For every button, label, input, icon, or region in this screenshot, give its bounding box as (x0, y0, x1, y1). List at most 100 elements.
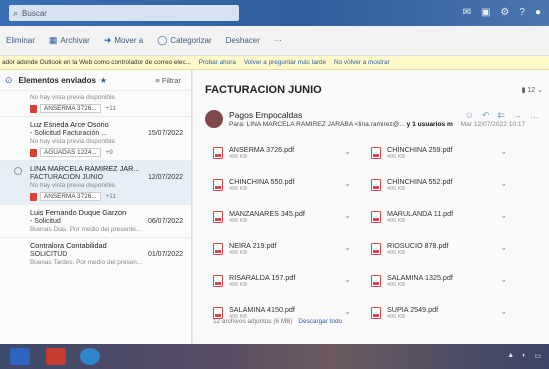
banner-try-link[interactable]: Probar ahora (199, 59, 236, 66)
chevron-down-icon[interactable]: ⌄ (344, 243, 351, 252)
ribbon-button[interactable]: Deshacer (226, 36, 260, 45)
attachment-size: 495 KB (229, 282, 248, 288)
pdf-file-icon (371, 211, 381, 223)
start-button[interactable] (10, 348, 30, 365)
attachment-info: ANSERMA 3726.pdf 496 KB (229, 145, 294, 161)
mail-list-item[interactable]: Luz Esneda Arce Osorio - Solicitud Factur… (0, 116, 191, 160)
attachment-size: 495 KB (387, 314, 406, 320)
attachment-info: CHINCHINA 259.pdf 495 KB (387, 145, 453, 161)
calendar-icon[interactable]: ▣ (481, 7, 490, 18)
pdf-file-icon (371, 275, 381, 287)
mail-subject: FACTURACION JUNIO (30, 174, 104, 181)
attachment-info: SUPIA 2549.pdf 495 KB (387, 305, 438, 321)
mail-date: 06/07/2022 (147, 218, 183, 225)
attachment-more[interactable]: +11 (106, 193, 116, 200)
banner-never-link[interactable]: No volver a mostrar (334, 59, 390, 66)
pdf-file-icon (213, 147, 223, 159)
attachment-card[interactable]: RISARALDA 157.pdf 495 KB ⌄ (213, 270, 365, 292)
attachment-card[interactable]: MARULANDA 11.pdf 495 KB ⌄ (371, 206, 521, 228)
ribbon-icon: ▦ (48, 35, 58, 45)
chevron-down-icon[interactable]: ⌄ (500, 275, 507, 284)
taskbar-browser-icon[interactable] (80, 348, 100, 365)
pdf-file-icon (371, 243, 381, 255)
outlook-window: ⌕ Buscar ✉ ▣ ⚙ ? ● Eliminar ▦ Archivar ➜ Mov… (0, 0, 549, 369)
ribbon-button[interactable]: Eliminar (6, 36, 35, 45)
ribbon-button[interactable]: ▦ Archivar (49, 35, 90, 46)
mail-list-item[interactable]: Luis Fernando Duque Garzon - Solicitud 06/… (0, 204, 191, 237)
message-actions: ☺ ↶ ⇇ → … (465, 110, 539, 121)
message-date: Mar 12/07/2022 10:17 (460, 121, 526, 128)
mail-preview: Buenas Dias. Por medio del presente... (30, 226, 142, 233)
attachment-info: SALAMINA 1325.pdf 495 KB (387, 273, 453, 289)
taskbar-app-icon[interactable] (46, 348, 66, 365)
attachment-name: SUPIA 2549.pdf (387, 305, 439, 314)
favorite-star-icon[interactable]: ★ (100, 76, 107, 85)
mail-list-item[interactable]: Contralora Contabilidad SOLICITUD 01/07/20… (0, 237, 191, 270)
filter-button[interactable]: ≡ Filtrar (155, 76, 181, 85)
recipients-text: Para: LINA MARCELA RAMIREZ JARABA <lina.… (229, 121, 405, 128)
forward-icon[interactable]: → (513, 110, 522, 121)
attachment-card[interactable]: SUPIA 2549.pdf 495 KB ⌄ (371, 302, 521, 324)
attachment-card[interactable]: CHINCHINA 259.pdf 495 KB ⌄ (371, 142, 521, 164)
mail-attachment-row: AGUADAS 1224... +9 (30, 148, 183, 157)
chevron-down-icon[interactable]: ⌄ (344, 147, 351, 156)
chevron-down-icon[interactable]: ⌄ (344, 179, 351, 188)
reply-icon[interactable]: ↶ (482, 110, 490, 121)
attachment-chip[interactable]: ANSERMA 3726... (40, 192, 101, 201)
chevron-down-icon[interactable]: ⌄ (500, 211, 507, 220)
ribbon-label: Mover a (114, 36, 144, 45)
attachment-info: CHINCHINA 550.pdf 495 KB (229, 177, 295, 193)
attachment-chip[interactable]: AGUADAS 1224... (40, 148, 101, 157)
more-icon[interactable]: … (530, 110, 539, 121)
banner-later-link[interactable]: Volver a preguntar más tarde (244, 59, 326, 66)
download-all-link[interactable]: Descargar todo (298, 318, 342, 325)
mail-list-item[interactable]: No hay vista previa disponible. ANSERMA 3… (0, 90, 191, 116)
attachment-name: NEIRA 219.pdf (229, 241, 277, 250)
attachment-chip[interactable]: ANSERMA 3726... (40, 104, 101, 113)
mail-preview: No hay vista previa disponible. (30, 94, 117, 101)
pdf-file-icon (371, 147, 381, 159)
attachment-name: RIOSUCIO 878.pdf (387, 241, 449, 250)
attachment-card[interactable]: CHINCHINA 550.pdf 495 KB ⌄ (213, 174, 365, 196)
settings-icon[interactable]: ⚙ (500, 7, 509, 18)
volume-icon[interactable]: ◐ (522, 352, 526, 360)
mail-subject-row: SOLICITUD 01/07/2022 (30, 250, 183, 259)
chevron-down-icon[interactable]: ⌄ (500, 147, 507, 156)
chevron-down-icon[interactable]: ⌄ (344, 275, 351, 284)
pdf-icon (30, 148, 37, 157)
attachment-card[interactable]: ANSERMA 3726.pdf 496 KB ⌄ (213, 142, 365, 164)
pdf-file-icon (213, 275, 223, 287)
chevron-down-icon[interactable]: ⌄ (500, 243, 507, 252)
recipients-line: Para: LINA MARCELA RAMIREZ JARABA <lina.… (229, 121, 525, 128)
attachment-card[interactable]: MANZANARES 345.pdf 495 KB ⌄ (213, 206, 365, 228)
help-icon[interactable]: ? (519, 7, 525, 18)
chevron-down-icon[interactable]: ⌄ (500, 307, 507, 316)
sender-name[interactable]: Pagos Empocaldas (229, 110, 302, 120)
attachment-card[interactable]: NEIRA 219.pdf 495 KB ⌄ (213, 238, 365, 260)
smile-icon[interactable]: ☺ (465, 110, 474, 121)
account-icon[interactable]: ● (535, 7, 541, 18)
chevron-down-icon[interactable]: ⌄ (344, 211, 351, 220)
attachment-card[interactable]: SALAMINA 1325.pdf 495 KB ⌄ (371, 270, 521, 292)
ribbon-button[interactable]: ➜ Mover a (104, 35, 143, 46)
pdf-file-icon (213, 243, 223, 255)
select-radio[interactable] (14, 167, 22, 175)
attachment-more[interactable]: +9 (106, 149, 113, 156)
select-all-icon[interactable]: ⊙ (5, 75, 13, 86)
chevron-down-icon[interactable]: ⌄ (344, 307, 351, 316)
mail-from: Luis Fernando Duque Garzon (30, 208, 127, 217)
chat-icon[interactable]: ✉ (463, 7, 471, 18)
ribbon-button[interactable]: ◯ Categorizar (157, 35, 211, 46)
attachment-card[interactable]: CHINCHINA 552.pdf 495 KB ⌄ (371, 174, 521, 196)
attachment-info: CHINCHINA 552.pdf 495 KB (387, 177, 453, 193)
mail-list-item[interactable]: LINA MARCELA RAMIREZ JAR... FACTURACION J… (0, 160, 191, 204)
attachment-more[interactable]: +11 (106, 105, 116, 112)
network-icon[interactable]: ▲ (507, 352, 514, 360)
ribbon-button[interactable]: ··· (274, 36, 282, 45)
recipients-more[interactable]: y 1 usuarios m (407, 121, 453, 128)
reply-all-icon[interactable]: ⇇ (497, 110, 505, 121)
search-box[interactable]: ⌕ Buscar (9, 5, 239, 21)
clock-icon[interactable]: ▭ (534, 352, 541, 360)
chevron-down-icon[interactable]: ⌄ (500, 179, 507, 188)
attachment-card[interactable]: RIOSUCIO 878.pdf 495 KB ⌄ (371, 238, 521, 260)
